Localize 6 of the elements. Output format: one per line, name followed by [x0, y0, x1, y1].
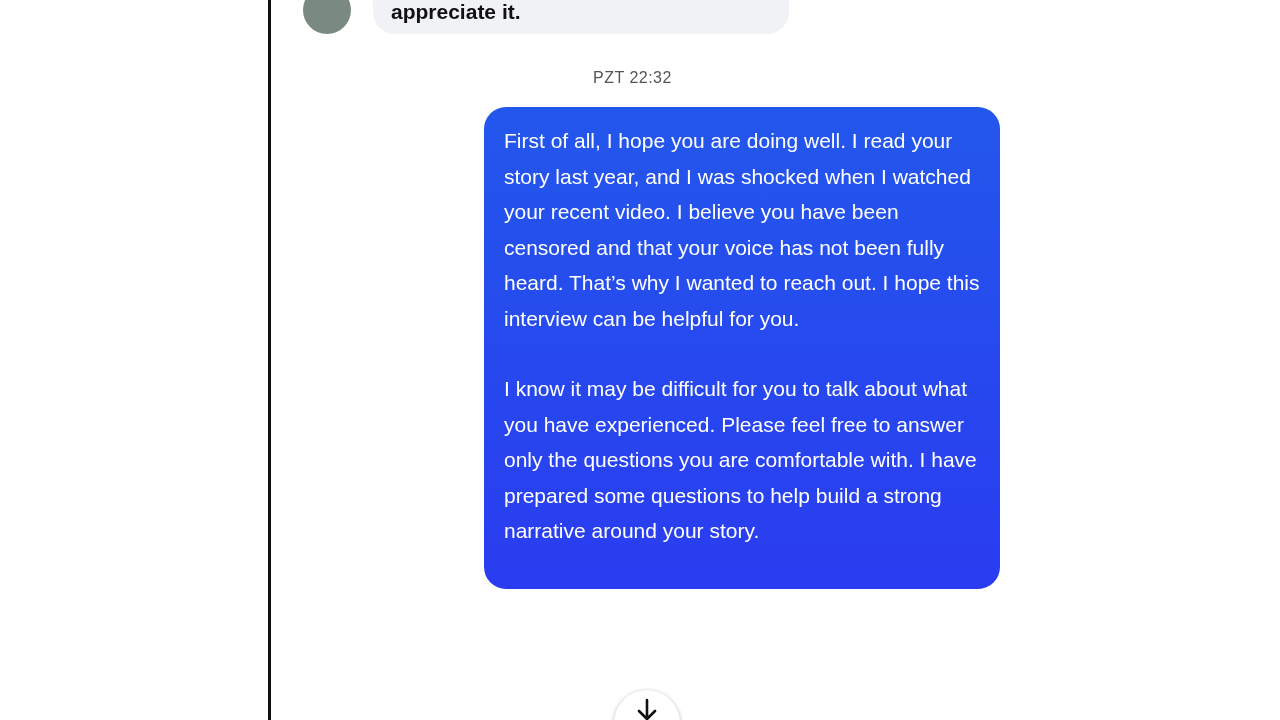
arrow-down-icon: [636, 698, 658, 720]
message-text: I know it may be difficult for you to talk about what you have experienced. Please feel free to answer only the questions you are comfortable with. I have prepared some questions to help build a strong narrative around your story.: [504, 376, 978, 544]
avatar: [303, 0, 351, 34]
message-text: First of all, I hope you are doing well. I read your story last year, and I was shocked when I watched your recent video. I believe you have been censored and that your voice has not been fully heard. That’s why I wanted to reach out. I hope this interview can be helpful for you.: [504, 128, 980, 332]
timestamp: PZT 22:32: [593, 69, 672, 87]
message-bubble: appreciate it.: [373, 0, 789, 34]
